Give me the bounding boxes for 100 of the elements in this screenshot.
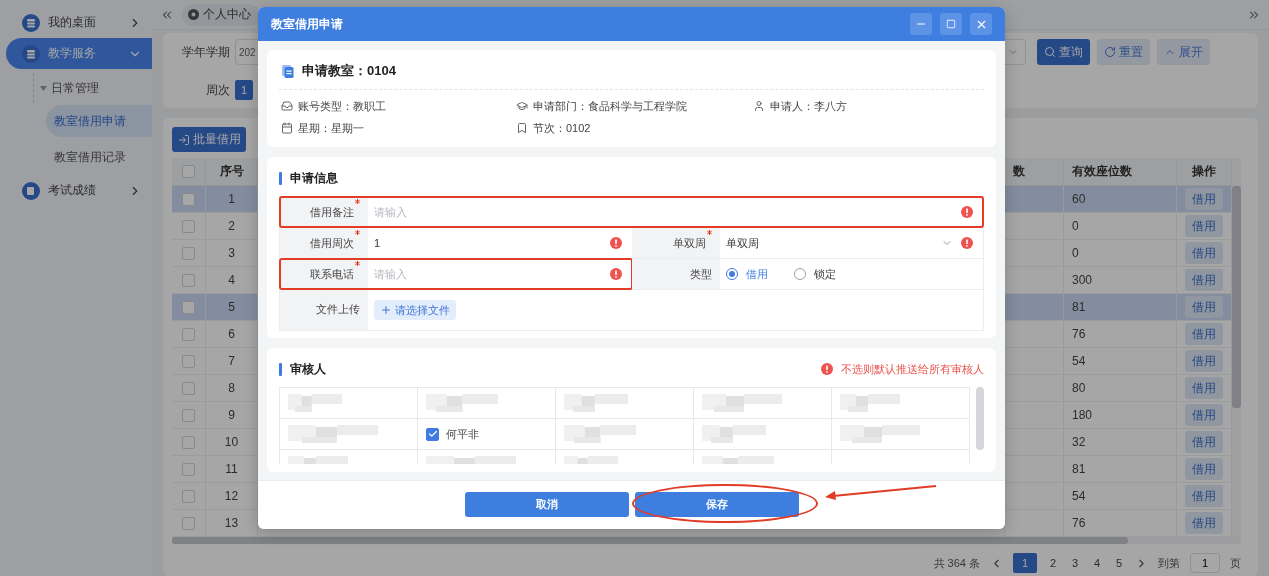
table-cell: 80 — [1064, 375, 1177, 402]
close-button[interactable] — [970, 13, 992, 36]
borrow-button[interactable]: 借用 — [1185, 296, 1223, 318]
page-button[interactable]: 4 — [1091, 553, 1103, 573]
radio-option[interactable]: 借用 — [725, 266, 768, 282]
field-label: 学年学期 — [181, 43, 230, 61]
table-cell: 3 — [206, 240, 258, 267]
page-button[interactable]: 3 — [1069, 553, 1081, 573]
field-label: 借用备注 — [310, 204, 354, 220]
cancel-button[interactable]: 取消 — [464, 491, 629, 517]
borrow-button[interactable]: 借用 — [1185, 269, 1223, 291]
table-cell: 0 — [1064, 213, 1177, 240]
user-icon — [753, 100, 765, 113]
blurred-text — [564, 423, 636, 446]
table-cell: 76 — [1064, 510, 1177, 537]
table-cell: 10 — [206, 429, 258, 456]
field-label: 单双周 — [672, 235, 706, 251]
maximize-button[interactable] — [940, 13, 962, 36]
borrow-button[interactable]: 借用 — [1185, 242, 1223, 264]
borrow-button[interactable]: 借用 — [1185, 431, 1223, 453]
dialog-title: 教室借用申请 — [271, 15, 344, 33]
batch-borrow-button[interactable]: 批量借用 — [172, 127, 246, 152]
column-header: 数 — [1005, 158, 1064, 186]
borrow-button[interactable]: 借用 — [1185, 323, 1223, 345]
error-icon — [961, 237, 973, 250]
section-marker — [279, 362, 282, 376]
blurred-text — [564, 392, 628, 415]
scrollbar-thumb[interactable] — [1232, 186, 1241, 408]
week-button[interactable]: 1 — [235, 80, 253, 100]
tray-icon — [281, 100, 293, 113]
tab[interactable]: 个人中心 — [182, 3, 260, 26]
detail-text: 申请部门：食品科学与工程学院 — [533, 98, 687, 114]
caret-icon — [40, 85, 47, 91]
field-label: 类型 — [689, 266, 712, 282]
table-cell: 4 — [206, 267, 258, 294]
column-header: 有效座位数 — [1064, 158, 1177, 186]
borrow-button[interactable]: 借用 — [1185, 458, 1223, 480]
table-cell: 32 — [1064, 429, 1177, 456]
table-cell: 81 — [1064, 456, 1177, 483]
detail-text: 节次：0102 — [533, 120, 591, 136]
page-suffix: 页 — [1230, 555, 1241, 571]
hint-text: 不选则默认推送给所有审核人 — [841, 361, 984, 377]
sidebar-item[interactable]: 我的桌面 — [6, 7, 152, 38]
refresh-icon — [1104, 46, 1116, 58]
table-cell: 6 — [206, 321, 258, 348]
checkbox[interactable] — [426, 427, 439, 441]
text-input[interactable]: 请输入 — [374, 268, 602, 281]
borrow-button[interactable]: 借用 — [1185, 485, 1223, 507]
required-icon — [355, 199, 360, 205]
table-cell: 9 — [206, 402, 258, 429]
stack-icon — [22, 13, 40, 32]
filter-button[interactable]: 展开 — [1157, 39, 1210, 65]
borrow-button[interactable]: 借用 — [1185, 404, 1223, 426]
scrollbar-thumb[interactable] — [976, 387, 984, 451]
table-cell: 76 — [1064, 321, 1177, 348]
save-button[interactable]: 保存 — [634, 491, 799, 517]
borrow-button[interactable]: 借用 — [1185, 215, 1223, 237]
text-input[interactable]: 请输入 — [374, 206, 953, 219]
calendar-icon — [281, 122, 293, 135]
sidebar-item[interactable]: 教室借用记录 — [46, 141, 152, 173]
page-button[interactable]: 2 — [1047, 553, 1059, 573]
section-marker — [279, 171, 282, 185]
page-button[interactable]: 1 — [1013, 553, 1037, 573]
page-input[interactable]: 1 — [1190, 553, 1220, 573]
borrow-button[interactable]: 借用 — [1185, 377, 1223, 399]
sidebar-item[interactable]: 教学服务 — [6, 38, 152, 69]
table-cell: 81 — [1064, 294, 1177, 321]
upload-button[interactable]: 请选择文件 — [374, 300, 456, 321]
check-icon — [427, 429, 438, 440]
sidebar-group[interactable]: 日常管理 — [33, 73, 152, 103]
borrow-button[interactable]: 借用 — [1185, 188, 1223, 210]
plus-icon — [380, 304, 392, 317]
error-icon — [961, 206, 973, 219]
login-icon — [177, 133, 190, 146]
table-cell: 13 — [206, 510, 258, 537]
sidebar-item[interactable]: 考试成绩 — [6, 175, 152, 206]
text-input[interactable]: 1 — [374, 237, 602, 250]
radio-option[interactable]: 锁定 — [793, 266, 836, 282]
blurred-text — [426, 392, 498, 415]
filter-button[interactable]: 查询 — [1037, 39, 1090, 65]
page-button[interactable]: 5 — [1113, 553, 1125, 573]
detail-text: 账号类型：教职工 — [298, 98, 386, 114]
table-cell: 180 — [1064, 402, 1177, 429]
error-icon — [821, 363, 833, 376]
column-header: 操作 — [1177, 158, 1232, 186]
search-icon — [1044, 46, 1056, 58]
table-cell: 8 — [206, 375, 258, 402]
filter-button[interactable]: 重置 — [1097, 39, 1150, 65]
sidebar-item[interactable]: 教室借用申请 — [46, 105, 152, 137]
scrollbar-thumb[interactable] — [172, 537, 1128, 544]
table-cell: 5 — [206, 294, 258, 321]
borrow-button[interactable]: 借用 — [1185, 350, 1223, 372]
total-count: 共 364 条 — [933, 555, 980, 571]
table-cell: 12 — [206, 483, 258, 510]
borrow-button[interactable]: 借用 — [1185, 512, 1223, 534]
select-field[interactable]: 单双周 — [725, 235, 953, 251]
error-icon — [609, 237, 622, 250]
field-label: 周次 — [205, 81, 230, 99]
minimize-button[interactable] — [910, 13, 932, 36]
table-cell: 1 — [206, 186, 258, 213]
